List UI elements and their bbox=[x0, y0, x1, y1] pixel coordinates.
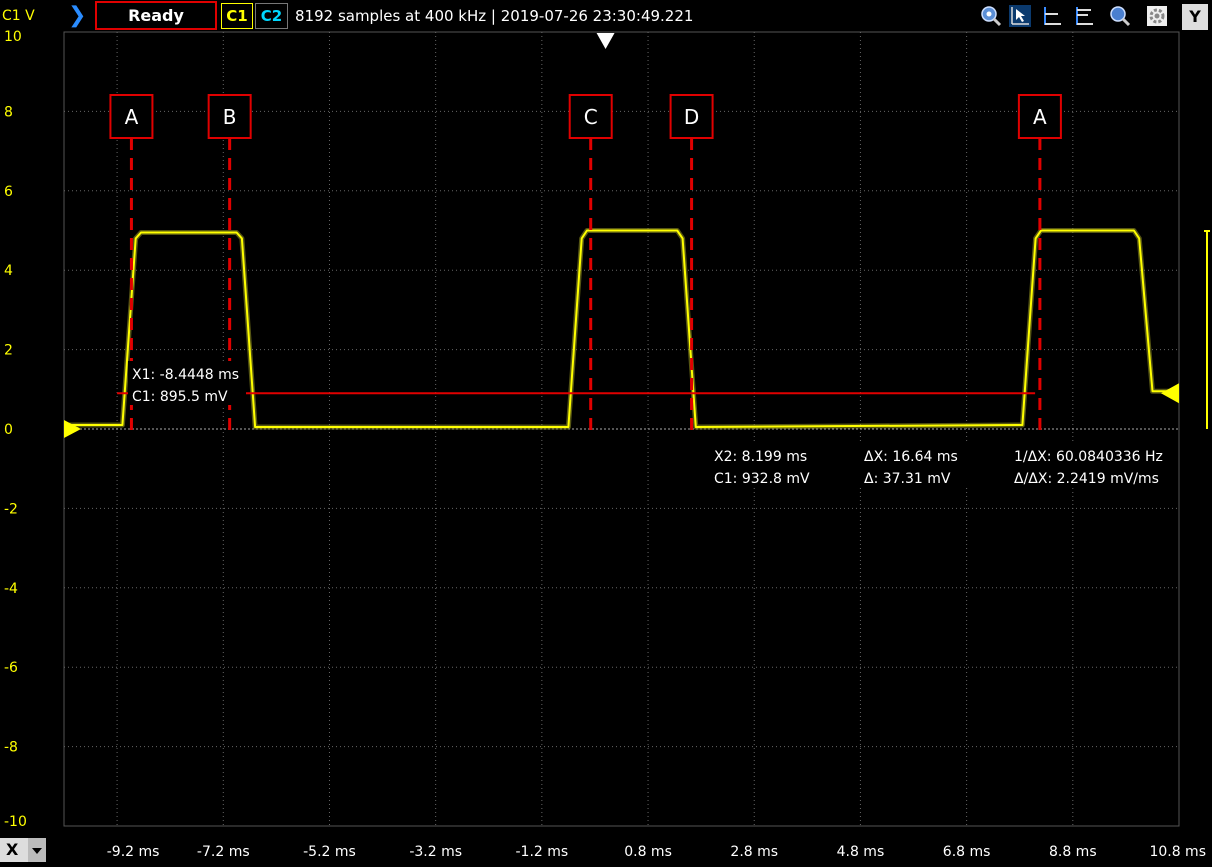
x-tick-label: 10.8 ms bbox=[1149, 844, 1206, 860]
dropdown-arrow-button[interactable] bbox=[28, 838, 46, 862]
chevron-down-icon bbox=[32, 848, 42, 854]
y-tick-label: 4 bbox=[4, 263, 13, 279]
x-tick-label: -5.2 ms bbox=[303, 844, 356, 860]
x-axis-button-label: X bbox=[6, 840, 19, 859]
y-tick-label: 10 bbox=[4, 29, 22, 45]
y-tick-label: 8 bbox=[4, 104, 13, 120]
cursor-x1-readout: X1: -8.4448 ms bbox=[132, 367, 239, 383]
trigger-position-icon bbox=[596, 33, 615, 49]
slope-readout: Δ/ΔX: 2.2419 mV/ms bbox=[1014, 471, 1159, 487]
x-tick-label: 6.8 ms bbox=[943, 844, 991, 860]
y-tick-label: -6 bbox=[4, 660, 18, 676]
marker-label: B bbox=[223, 105, 237, 129]
x-tick-label: -7.2 ms bbox=[197, 844, 250, 860]
x-axis-button[interactable]: X bbox=[0, 838, 46, 862]
x-tick-label: -9.2 ms bbox=[107, 844, 160, 860]
y-tick-label: -4 bbox=[4, 581, 18, 597]
x-tick-label: 4.8 ms bbox=[837, 844, 885, 860]
c1-readout: C1: 932.8 mV bbox=[714, 471, 810, 487]
marker-label: A bbox=[1033, 105, 1047, 129]
y-tick-label: 0 bbox=[4, 422, 13, 438]
y-tick-label: -2 bbox=[4, 501, 18, 517]
x-tick-label: 8.8 ms bbox=[1049, 844, 1097, 860]
x-tick-label: 2.8 ms bbox=[730, 844, 778, 860]
y-tick-label: 2 bbox=[4, 343, 13, 359]
delta-x-readout: ΔX: 16.64 ms bbox=[864, 449, 958, 465]
x-tick-label: -1.2 ms bbox=[516, 844, 569, 860]
delta-y-readout: Δ: 37.31 mV bbox=[864, 471, 951, 487]
y-tick-label: -10 bbox=[4, 814, 27, 830]
marker-label: A bbox=[125, 105, 139, 129]
marker-label: C bbox=[584, 105, 598, 129]
y-tick-label: -8 bbox=[4, 740, 18, 756]
trigger-level-icon bbox=[1161, 383, 1179, 404]
y-tick-label: 6 bbox=[4, 184, 13, 200]
cursor-c1-readout: C1: 895.5 mV bbox=[132, 389, 228, 405]
frequency-readout: 1/ΔX: 60.0840336 Hz bbox=[1014, 449, 1163, 465]
x2-readout: X2: 8.199 ms bbox=[714, 449, 807, 465]
scope-plot[interactable]: 10 8 6 4 2 0 -2 -4 -6 -8 -10 -9.2 ms -7.2 ms -5.2 ms -… bbox=[0, 0, 1212, 867]
x-tick-label: 0.8 ms bbox=[624, 844, 672, 860]
marker-label: D bbox=[684, 105, 699, 129]
x-tick-label: -3.2 ms bbox=[409, 844, 462, 860]
